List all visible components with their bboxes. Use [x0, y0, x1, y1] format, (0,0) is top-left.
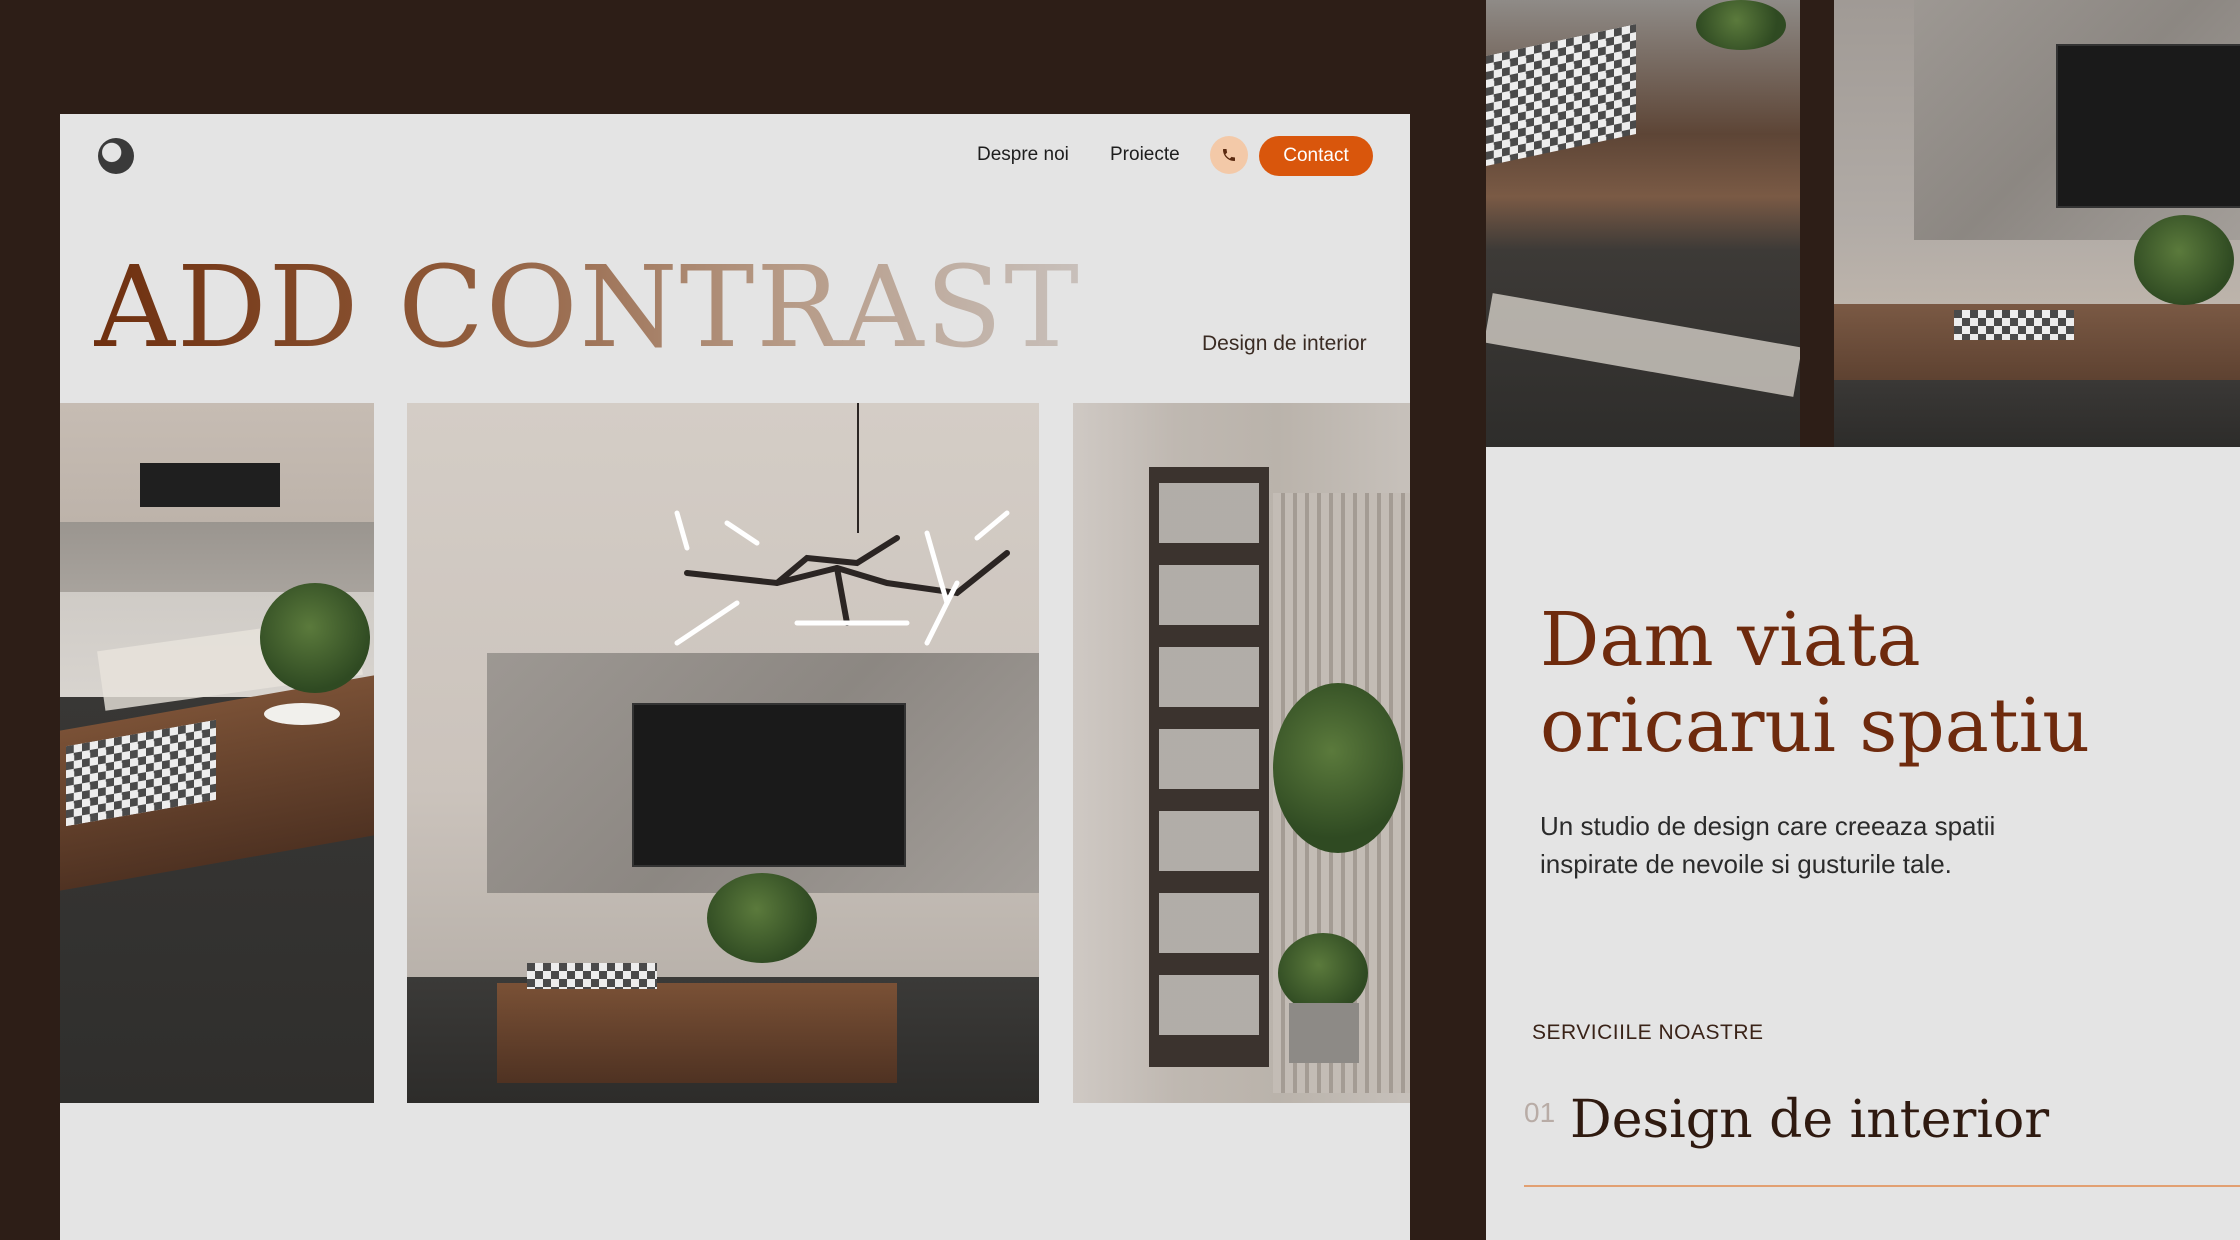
- planter-shape: [264, 703, 340, 725]
- logo-mark[interactable]: [98, 138, 134, 174]
- pendant-rod: [857, 403, 859, 533]
- contact-button[interactable]: Contact: [1259, 136, 1373, 176]
- services-label: SERVICIILE NOASTRE: [1532, 1021, 1764, 1044]
- nav-link-despre-noi[interactable]: Despre noi: [977, 144, 1069, 166]
- bonsai-shape: [1696, 0, 1786, 50]
- chess-board-shape: [527, 963, 657, 989]
- service-title[interactable]: Design de interior: [1570, 1090, 2049, 1150]
- gallery-photo-right[interactable]: [1073, 403, 1410, 1103]
- hero-title: ADD CONTRAST: [94, 243, 1081, 373]
- tree-shape: [1273, 683, 1403, 853]
- chess-board-shape: [1486, 24, 1636, 166]
- nav-link-proiecte[interactable]: Proiecte: [1110, 144, 1180, 166]
- bonsai-shape: [2134, 215, 2234, 305]
- chess-board-shape: [1954, 310, 2074, 340]
- plant-shape: [1278, 933, 1368, 1013]
- gallery-photo-top-right-1[interactable]: [1486, 0, 1800, 447]
- tv-shape: [2056, 44, 2240, 208]
- chandelier-shape: [674, 510, 1010, 646]
- bonsai-shape: [707, 873, 817, 963]
- about-description: Un studio de design care creeaza spatii …: [1540, 811, 1996, 879]
- service-number: 01: [1524, 1097, 1556, 1128]
- console-shape: [140, 463, 280, 507]
- tv-shape: [632, 703, 906, 867]
- website-page-secondary: Dam viata oricarui spatiu Un studio de d…: [1486, 447, 2240, 1240]
- gallery-photo-top-right-2[interactable]: [1834, 0, 2240, 447]
- bookshelf-books: [1159, 483, 1259, 1053]
- rug-stripe: [1486, 293, 1800, 397]
- coffee-table-shape: [497, 983, 897, 1083]
- about-headline: Dam viata oricarui spatiu: [1540, 597, 2090, 769]
- planter-shape: [1289, 1003, 1359, 1063]
- hero-tagline: Design de interior: [1202, 332, 1367, 355]
- bonsai-shape: [260, 583, 370, 693]
- gallery-photo-left[interactable]: [60, 403, 374, 1103]
- gallery-photo-center[interactable]: [407, 403, 1039, 1103]
- service-divider: [1524, 1185, 2240, 1187]
- phone-button[interactable]: [1210, 136, 1248, 174]
- website-page-main: Despre noi Proiecte Contact ADD CONTRAST…: [60, 114, 1410, 1240]
- phone-icon: [1223, 149, 1235, 161]
